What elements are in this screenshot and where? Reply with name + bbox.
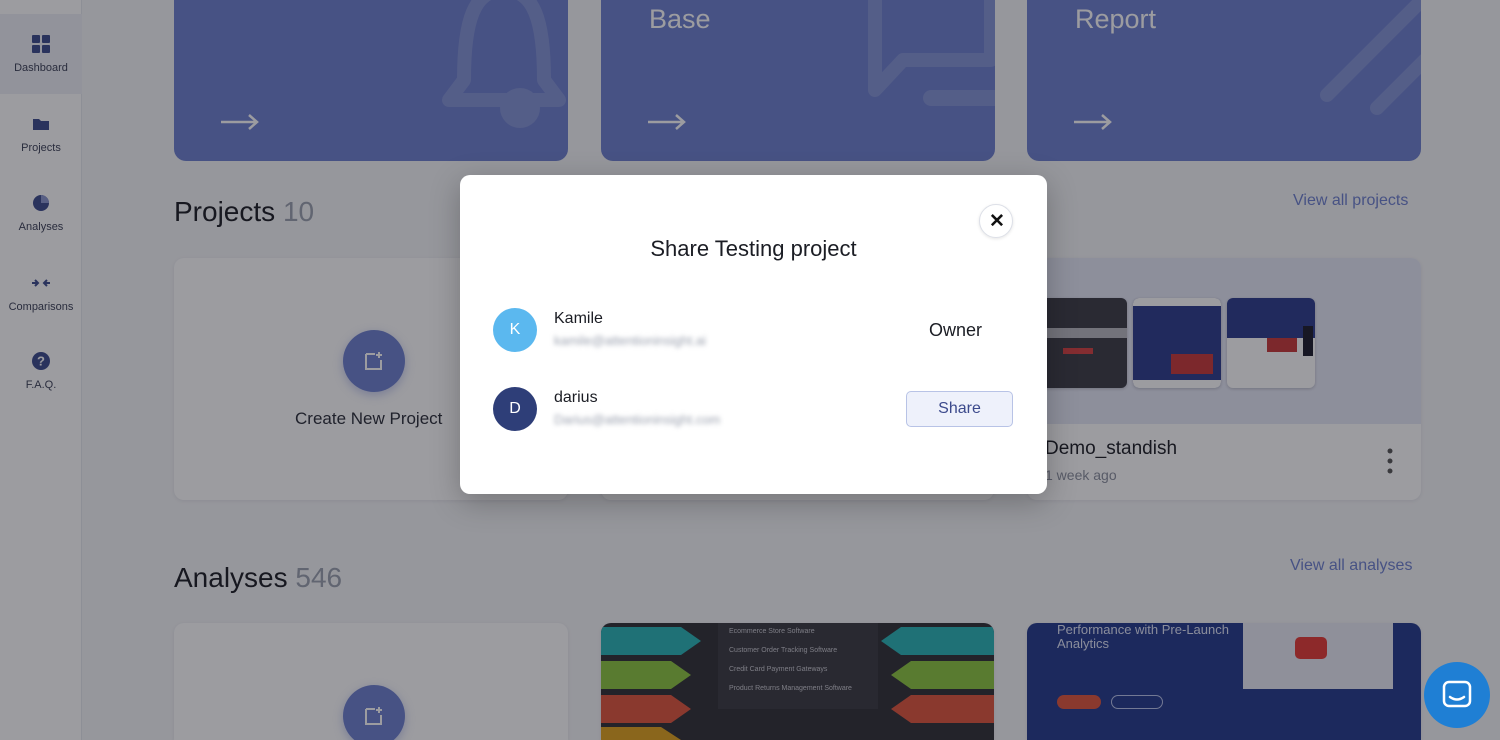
avatar: K bbox=[493, 308, 537, 352]
chat-icon bbox=[1442, 680, 1472, 708]
user-row: K Kamile kamile@attentioninsight.ai Owne… bbox=[493, 308, 1018, 354]
share-button[interactable]: Share bbox=[906, 391, 1013, 427]
user-name: Kamile bbox=[554, 310, 603, 327]
role-label: Owner bbox=[929, 320, 983, 340]
user-row: D darius Darius@attentioninsight.com Sha… bbox=[493, 387, 1018, 433]
avatar: D bbox=[493, 387, 537, 431]
modal-title: Share Testing project bbox=[650, 236, 857, 261]
close-icon: ✕ bbox=[989, 211, 1005, 232]
chat-launcher-button[interactable] bbox=[1424, 662, 1490, 728]
share-project-modal: ✕ Share Testing project K Kamile kamile@… bbox=[460, 175, 1047, 494]
user-email: Darius@attentioninsight.com bbox=[554, 412, 721, 427]
user-email: kamile@attentioninsight.ai bbox=[554, 333, 706, 348]
close-button[interactable]: ✕ bbox=[979, 204, 1013, 238]
user-name: darius bbox=[554, 389, 598, 406]
